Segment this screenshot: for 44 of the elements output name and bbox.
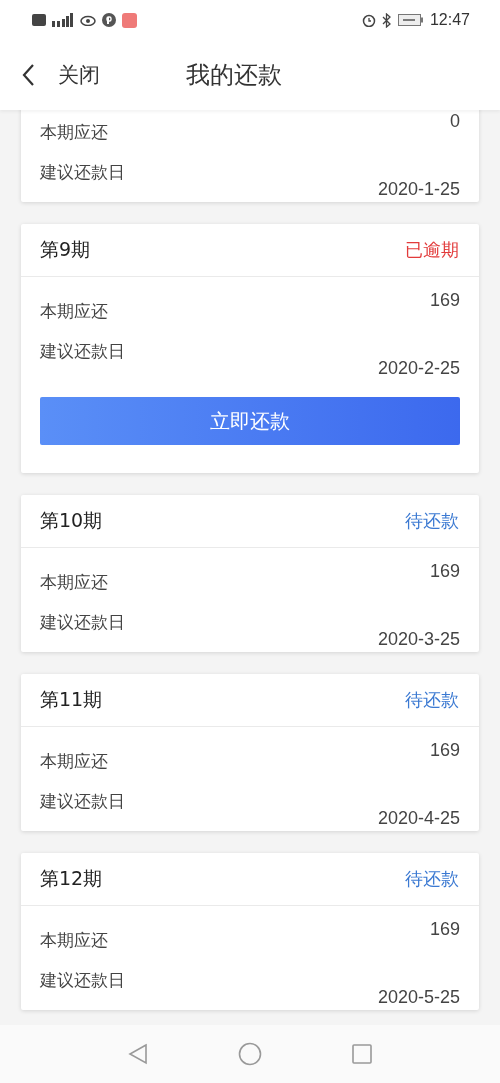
repay-button[interactable]: 立即还款 bbox=[40, 397, 460, 445]
field-label: 本期应还 bbox=[40, 120, 108, 144]
field-value: 2020-3-25 bbox=[377, 629, 460, 650]
field-label: 建议还款日 bbox=[40, 610, 125, 634]
period-title: 第9期 bbox=[40, 237, 91, 262]
field-label: 本期应还 bbox=[40, 299, 108, 323]
recents-nav-icon[interactable] bbox=[352, 1044, 372, 1064]
app-icon bbox=[122, 12, 137, 28]
eye-icon bbox=[80, 14, 96, 26]
status-label: 待还款 bbox=[405, 509, 459, 533]
status-label: 已逾期 bbox=[405, 238, 459, 262]
field-value: 2020-2-25 bbox=[377, 358, 460, 379]
field-value: 2020-4-25 bbox=[377, 808, 460, 829]
field-label: 本期应还 bbox=[40, 928, 108, 952]
field-label: 建议还款日 bbox=[40, 968, 125, 992]
back-icon bbox=[22, 64, 34, 86]
back-button[interactable]: 关闭 bbox=[22, 61, 100, 89]
status-time: 12:47 bbox=[429, 11, 470, 29]
field-value: 2020-1-25 bbox=[377, 179, 460, 200]
field-label: 本期应还 bbox=[40, 570, 108, 594]
field-value: 0 bbox=[450, 111, 460, 132]
field-value: 169 bbox=[429, 919, 460, 940]
signal-icon bbox=[52, 13, 74, 27]
parking-icon bbox=[102, 13, 116, 27]
page-title: 我的还款 bbox=[186, 60, 282, 91]
field-value: 169 bbox=[429, 290, 460, 311]
field-label: 建议还款日 bbox=[40, 339, 125, 363]
period-title: 第10期 bbox=[40, 508, 103, 533]
battery-icon bbox=[397, 14, 424, 26]
home-nav-icon[interactable] bbox=[238, 1042, 262, 1066]
alarm-icon bbox=[361, 13, 376, 27]
bluetooth-icon bbox=[381, 12, 392, 28]
field-value: 2020-5-25 bbox=[377, 987, 460, 1008]
status-label: 待还款 bbox=[405, 867, 459, 891]
status-label: 待还款 bbox=[405, 688, 459, 712]
field-label: 本期应还 bbox=[40, 749, 108, 773]
field-value: 169 bbox=[429, 740, 460, 761]
field-label: 建议还款日 bbox=[40, 160, 125, 184]
period-title: 第11期 bbox=[40, 687, 103, 712]
period-title: 第12期 bbox=[40, 866, 103, 891]
back-nav-icon[interactable] bbox=[128, 1043, 148, 1065]
hd-icon bbox=[32, 14, 46, 26]
field-value: 169 bbox=[429, 561, 460, 582]
field-label: 建议还款日 bbox=[40, 789, 125, 813]
